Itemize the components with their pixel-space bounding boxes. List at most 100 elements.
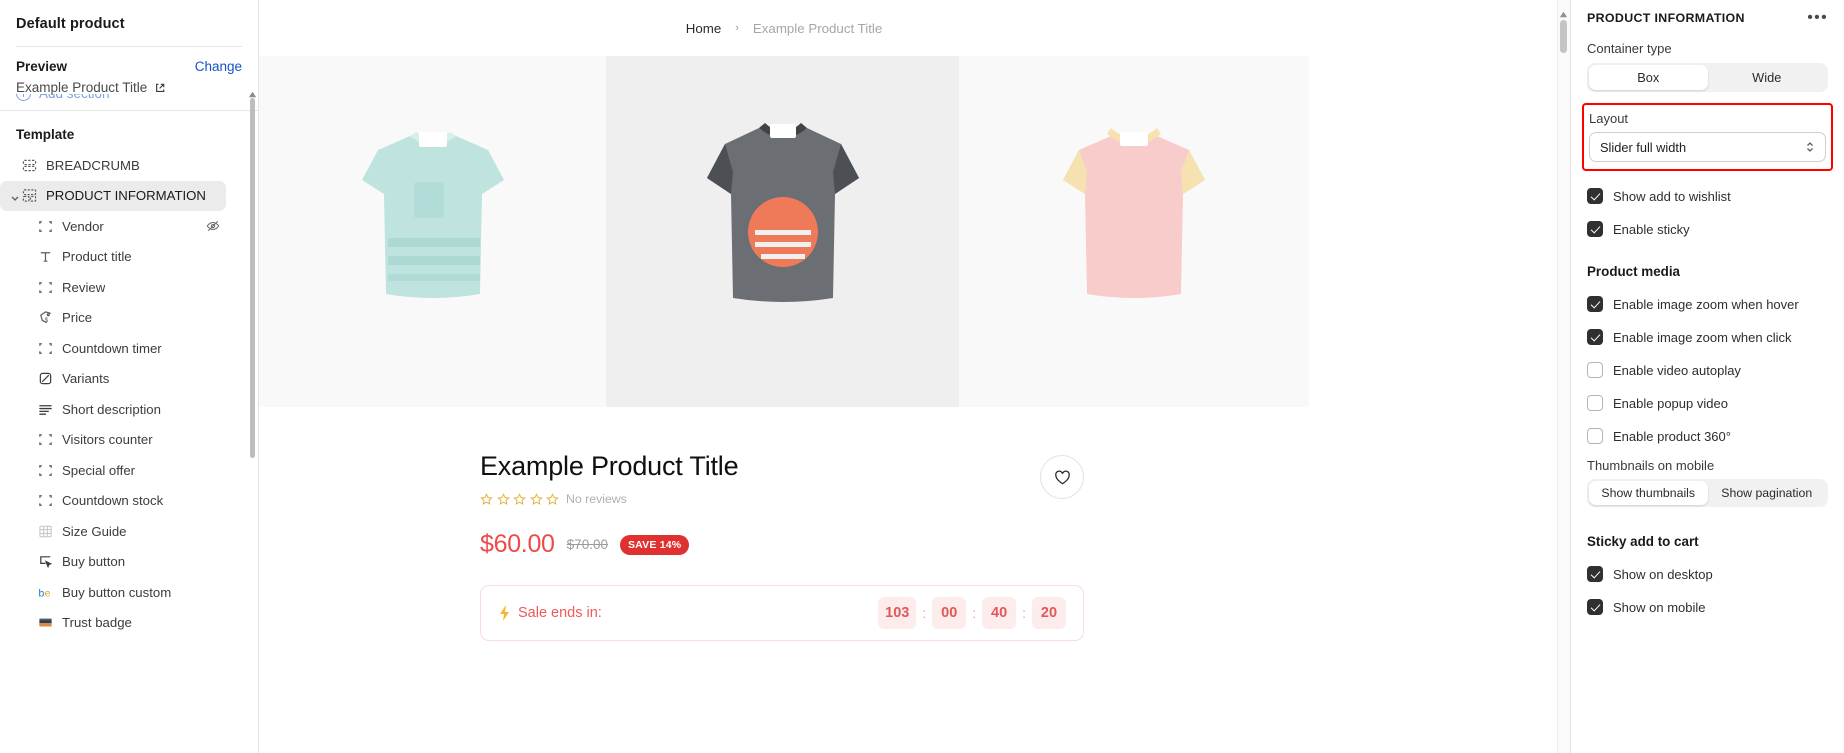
toggle-show-on-desktop[interactable]: Show on desktop (1587, 566, 1828, 582)
toggle-label: Enable popup video (1613, 395, 1728, 411)
gallery-slide-3[interactable] (959, 56, 1309, 407)
breadcrumb-separator-icon: › (735, 22, 739, 34)
sidebar-item-vendor[interactable]: Vendor (0, 211, 258, 242)
countdown-separator: : (1022, 605, 1026, 621)
sidebar-item-label: Short description (62, 401, 161, 417)
countdown-unit-hours: 103 (878, 597, 917, 629)
sidebar-item-label: BREADCRUMB (46, 157, 140, 173)
toggle-show-add-to-wishlist[interactable]: Show add to wishlist (1587, 188, 1828, 204)
sidebar-item-label: PRODUCT INFORMATION (46, 188, 206, 204)
placeholder-block-icon (38, 432, 53, 447)
hidden-eye-icon[interactable] (206, 219, 220, 233)
checkbox-icon[interactable] (1587, 395, 1603, 411)
sidebar-item-label: Visitors counter (62, 432, 153, 448)
sidebar-item-label: Special offer (62, 462, 136, 478)
heart-icon (1053, 468, 1072, 487)
external-link-icon[interactable] (154, 82, 166, 94)
product-price: $60.00 (480, 530, 555, 558)
preview-canvas: Home › Example Product Title Example Pro… (259, 0, 1571, 753)
placeholder-block-icon (38, 493, 53, 508)
variants-icon (38, 371, 53, 386)
layout-select[interactable]: Slider full width (1589, 132, 1826, 162)
sidebar-item-breadcrumb[interactable]: BREADCRUMB (0, 150, 258, 181)
checkbox-icon[interactable] (1587, 566, 1603, 582)
container-type-label: Container type (1587, 41, 1672, 56)
sidebar-item-label: Vendor (62, 218, 104, 234)
sticky-add-to-cart-heading: Sticky add to cart (1587, 534, 1699, 549)
scroll-up-icon[interactable] (1559, 6, 1568, 18)
sidebar-item-countdown-stock[interactable]: Countdown stock (0, 486, 258, 517)
ellipsis-icon[interactable]: ••• (1807, 10, 1828, 26)
change-preview-link[interactable]: Change (195, 59, 242, 74)
toggle-enable-product-360[interactable]: Enable product 360° (1587, 428, 1828, 444)
product-media-heading: Product media (1587, 264, 1681, 279)
toggle-label: Enable image zoom when click (1613, 329, 1792, 345)
toggle-enable-image-zoom-hover[interactable]: Enable image zoom when hover (1587, 296, 1828, 312)
add-to-wishlist-button[interactable] (1040, 455, 1084, 499)
sidebar-item-buy-button[interactable]: Buy button (0, 547, 258, 578)
countdown-units: 103 : 00 : 40 : 20 (878, 597, 1066, 629)
sidebar-item-buy-button-custom[interactable]: b e Buy button custom (0, 577, 258, 608)
sidebar-item-label: Price (62, 310, 93, 326)
breadcrumb-home-link[interactable]: Home (686, 21, 721, 36)
tshirt-image-grey (706, 123, 859, 302)
checkbox-icon[interactable] (1587, 428, 1603, 444)
breadcrumb-current: Example Product Title (752, 20, 883, 36)
product-details: Example Product Title No reviews $60.00 (259, 407, 1309, 641)
svg-text:e: e (45, 588, 51, 599)
sidebar-item-visitors-counter[interactable]: Visitors counter (0, 425, 258, 456)
sidebar-item-label: Product title (62, 249, 132, 265)
sidebar-item-label: Review (62, 279, 106, 295)
checkbox-icon[interactable] (1587, 188, 1603, 204)
checkbox-icon[interactable] (1587, 362, 1603, 378)
toggle-label: Enable video autoplay (1613, 362, 1741, 378)
size-guide-icon (38, 524, 53, 539)
chevron-down-icon[interactable] (10, 191, 20, 201)
lightning-bolt-icon (498, 605, 511, 621)
sidebar-item-product-title[interactable]: Product title (0, 242, 258, 273)
sidebar-item-trust-badge[interactable]: Trust badge (0, 608, 258, 639)
toggle-enable-video-autoplay[interactable]: Enable video autoplay (1587, 362, 1828, 378)
star-icon (546, 492, 559, 506)
toggle-enable-image-zoom-click[interactable]: Enable image zoom when click (1587, 329, 1828, 345)
sidebar-item-product-information[interactable]: PRODUCT INFORMATION (0, 180, 226, 211)
toggle-enable-sticky[interactable]: Enable sticky (1587, 221, 1828, 237)
checkbox-icon[interactable] (1587, 599, 1603, 615)
sidebar-item-review[interactable]: Review (0, 272, 258, 303)
preview-scrollbar-track[interactable] (1557, 0, 1570, 753)
compare-at-price: $70.00 (566, 537, 608, 552)
template-heading: Template (16, 127, 75, 142)
layout-label: Layout (1589, 111, 1629, 126)
toggle-enable-popup-video[interactable]: Enable popup video (1587, 395, 1828, 411)
sidebar-item-special-offer[interactable]: Special offer (0, 455, 258, 486)
gallery-slide-2[interactable] (606, 56, 959, 407)
thumbnails-on-mobile-label: Thumbnails on mobile (1587, 458, 1715, 473)
layout-select-value: Slider full width (1600, 139, 1687, 155)
checkbox-icon[interactable] (1587, 329, 1603, 345)
gallery-slide-1[interactable] (259, 56, 606, 407)
preview-scrollbar-thumb[interactable] (1560, 20, 1567, 53)
thumbnails-option-show-thumbnails[interactable]: Show thumbnails (1589, 481, 1708, 505)
sidebar-item-size-guide[interactable]: Size Guide (0, 516, 258, 547)
tshirt-image-teal (361, 132, 504, 298)
sidebar-item-label: Buy button custom (62, 584, 172, 600)
container-type-option-wide[interactable]: Wide (1708, 65, 1827, 90)
save-badge: SAVE 14% (619, 534, 690, 555)
toggle-label: Show on desktop (1613, 566, 1713, 582)
container-type-option-box[interactable]: Box (1589, 65, 1708, 90)
countdown-unit-seconds: 40 (982, 597, 1017, 629)
star-icon (496, 492, 510, 506)
sidebar-item-variants[interactable]: Variants (0, 364, 258, 395)
section-block-icon (22, 158, 37, 173)
toggle-show-on-mobile[interactable]: Show on mobile (1587, 599, 1828, 615)
checkbox-icon[interactable] (1587, 221, 1603, 237)
preview-product-name: Example Product Title (16, 80, 148, 95)
sidebar-scroll-up-icon[interactable] (248, 86, 257, 98)
sidebar-item-short-description[interactable]: Short description (0, 394, 258, 425)
sidebar-item-price[interactable]: $ Price (0, 303, 258, 334)
checkbox-icon[interactable] (1587, 296, 1603, 312)
star-rating[interactable] (480, 492, 559, 506)
sidebar-item-countdown-timer[interactable]: Countdown timer (0, 333, 258, 364)
thumbnails-option-show-pagination[interactable]: Show pagination (1708, 481, 1827, 505)
page-title: Example Product Title (480, 451, 739, 481)
